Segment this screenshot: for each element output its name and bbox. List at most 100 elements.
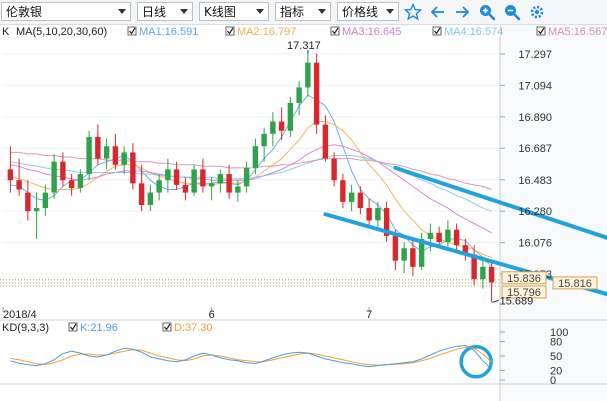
candle-body [322,124,329,159]
ma-legend-item: MA3:16.645 [342,26,401,38]
kd-legend-item: K:21.96 [80,322,118,334]
candle-body [278,121,285,131]
kd-tick-label: 50 [550,351,562,363]
candle-body [112,146,119,165]
candle-body [348,192,355,202]
arrow-left-icon[interactable] [429,3,447,21]
candle-body [296,87,302,103]
candle-body [261,133,267,147]
x-tick-label: 6 [209,309,215,321]
period-label: 日线 [142,5,167,19]
candle-body [366,208,372,221]
candle-body [156,180,162,193]
high-price-label: 17.317 [287,40,321,52]
candle-body [252,146,259,168]
toolbar: 伦敦银 日线 K线图 指标 价格线 [0,0,607,25]
candle-body [480,266,486,280]
candle-body [147,192,154,205]
candle-body [392,235,399,261]
y-tick-label: 17.297 [518,49,552,61]
candle-body [95,136,101,159]
instrument-label: 伦敦银 [6,5,43,19]
y-tick-label: 16.076 [518,238,552,250]
candle-body [331,158,337,181]
low-price-label: 15.689 [500,296,534,308]
candle-body [200,169,206,187]
kd-legend-params: KD(9,3,3) [2,322,49,334]
star-icon[interactable] [404,3,422,21]
candle-body [25,192,31,212]
indicator-select[interactable]: 指标 [275,2,331,21]
candle-body [42,192,49,209]
x-tick-label: 2018/4 [3,309,37,321]
ma-legend-params: MA(5,10,20,30,60) [16,26,107,38]
kd-legend-item: D:37.30 [174,322,213,334]
price-tag-label: 15.816 [558,278,592,290]
candle-body [270,121,276,134]
candle-body [68,180,75,188]
candle-body [60,161,66,181]
candle-body [103,146,110,159]
instrument-select[interactable]: 伦敦银 [1,2,131,21]
chevron-down-icon [256,9,264,14]
y-tick-label: 16.890 [518,112,552,124]
y-tick-label: 16.687 [518,143,552,155]
candle-body [77,174,84,188]
x-tick-label: 7 [366,309,372,321]
candle-body [243,167,250,187]
candle-body [436,232,442,243]
ma-legend-item: MA5:16.567 [548,26,607,38]
period-select[interactable]: 日线 [137,2,193,21]
arrow-right-icon[interactable] [453,3,471,21]
candle-body [357,192,364,209]
candle-body [51,161,57,193]
candle-body [305,62,311,88]
y-tick-label: 16.483 [518,175,552,187]
candle-body [7,169,14,181]
trading-chart-window: 17.297 17.094 16.890 16.687 16.483 16.280 16.0… [0,0,607,401]
candle-body [453,229,460,246]
candle-body [182,184,189,193]
y-tick-label: 17.094 [518,80,552,92]
price-tag-label: 15.836 [507,273,541,285]
ma-legend-item: MA4:16.574 [444,26,503,38]
kd-tick-label: 0 [550,375,556,387]
ma-legend-item: MA1:16.591 [139,26,198,38]
chart-type-label: K线图 [204,5,236,19]
chevron-down-icon [386,9,394,14]
candle-body [165,169,171,181]
candle-body [33,208,40,212]
candle-body [488,266,495,283]
zoom-in-icon[interactable] [478,3,496,21]
price-type-label: 价格线 [342,5,379,19]
candle-body [340,180,346,202]
ma-legend-item: MA2:16.797 [237,26,296,38]
candle-body [86,136,92,175]
ma-legend-header: K [2,26,10,38]
candle-body [410,248,416,267]
candle-body [173,169,180,185]
candle-body [191,169,197,193]
chevron-down-icon [118,9,126,14]
settings-icon[interactable] [528,3,546,21]
candle-body [130,152,136,184]
y-tick-label: 16.280 [518,206,552,218]
price-type-select[interactable]: 价格线 [337,2,399,21]
candle-body [401,248,407,261]
candle-body [313,62,320,125]
zoom-out-icon[interactable] [503,3,521,21]
candle-body [375,208,381,221]
chevron-down-icon [318,9,326,14]
candle-body [287,102,294,131]
candle-body [226,174,232,193]
candlestick-chart: 17.297 17.094 16.890 16.687 16.483 16.280 16.0… [0,24,607,401]
indicator-label: 指标 [280,5,305,19]
chart-type-select[interactable]: K线图 [199,2,269,21]
candle-body [138,183,145,205]
candle-body [427,232,434,239]
candle-body [217,174,224,184]
candle-body [121,152,127,165]
kd-tick-label: 80 [550,337,562,349]
candle-body [235,186,241,193]
candle-body [208,183,215,187]
